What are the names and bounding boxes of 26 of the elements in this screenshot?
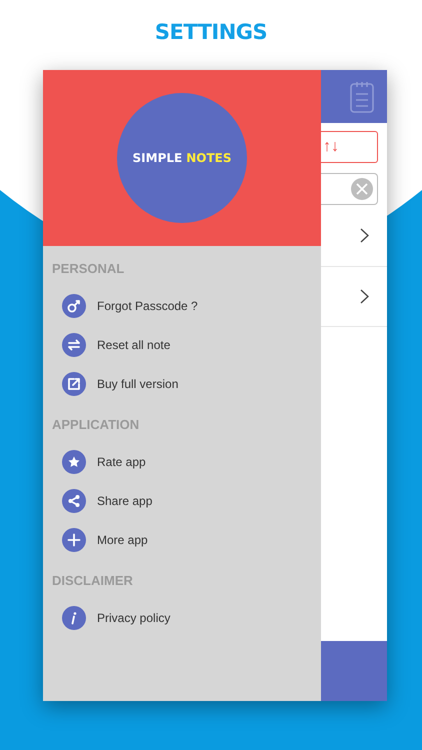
menu-item[interactable]: More app (97, 530, 148, 548)
swap-icon (62, 332, 86, 356)
external-link-icon (62, 372, 86, 396)
share-icon (62, 488, 86, 512)
section-heading: DISCLAIMER (52, 572, 134, 590)
menu-item[interactable]: Rate app (97, 452, 146, 470)
plus-icon (62, 528, 86, 552)
menu-item[interactable]: Reset all note (97, 336, 170, 354)
bottom-bar (321, 641, 387, 701)
chevron-right-icon[interactable] (360, 289, 369, 304)
menu-item[interactable]: Share app (97, 492, 152, 510)
logo-text: NOTES (186, 150, 232, 167)
sort-button[interactable]: ↑↓ (321, 131, 378, 163)
section-heading: APPLICATION (52, 416, 140, 434)
logo-text: SIMPLE (132, 150, 182, 167)
info-icon (62, 606, 86, 630)
chevron-right-icon[interactable] (360, 228, 369, 243)
clear-icon[interactable] (351, 178, 373, 200)
page-title: SETTINGS (154, 19, 268, 46)
key-icon (62, 294, 86, 318)
menu-item[interactable]: Forgot Passcode ? (97, 296, 198, 314)
search-field[interactable] (321, 173, 378, 205)
notepad-icon[interactable] (349, 80, 375, 114)
section-heading: PERSONAL (52, 260, 126, 278)
menu-item[interactable]: Buy full version (97, 374, 178, 392)
menu-item[interactable]: Privacy policy (97, 608, 170, 626)
